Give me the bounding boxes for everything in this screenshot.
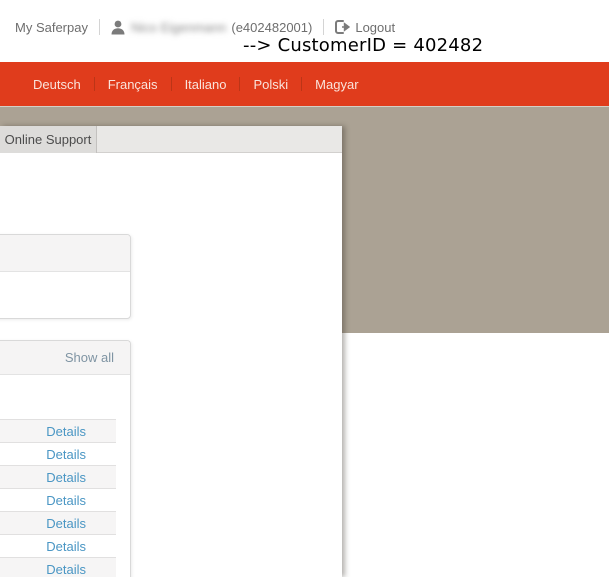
top-bar-items: My Saferpay Nico Eigenmann (e402482001) …	[15, 19, 395, 35]
table-row: Details	[0, 534, 116, 557]
user-name-redacted: Nico Eigenmann	[131, 20, 226, 35]
language-link-francais[interactable]: Français	[108, 77, 158, 92]
tab-online-support-label: Online Support	[5, 132, 92, 147]
info-card	[0, 234, 131, 319]
details-link[interactable]: Details	[46, 470, 86, 485]
logout-button[interactable]: Logout	[335, 20, 395, 35]
info-card-header	[0, 235, 130, 272]
details-link[interactable]: Details	[46, 424, 86, 439]
user-id: (e402482001)	[231, 20, 312, 35]
user-account-info: Nico Eigenmann (e402482001)	[111, 20, 312, 35]
table-row: Details	[0, 442, 116, 465]
language-link-magyar[interactable]: Magyar	[315, 77, 358, 92]
language-bar: Deutsch Français Italiano Polski Magyar	[0, 62, 609, 106]
details-link[interactable]: Details	[46, 539, 86, 554]
details-card: Show all Details Details Details Details…	[0, 340, 131, 577]
language-separator	[301, 77, 302, 91]
logout-icon	[335, 20, 350, 34]
language-separator	[94, 77, 95, 91]
content-panel: Online Support Show all Details Details …	[0, 126, 342, 577]
details-card-spacer	[0, 375, 130, 419]
logout-label: Logout	[355, 20, 395, 35]
tab-online-support[interactable]: Online Support	[0, 126, 97, 153]
language-separator	[239, 77, 240, 91]
tab-strip: Online Support	[0, 126, 342, 153]
top-bar-divider	[323, 19, 324, 35]
table-row: Details	[0, 511, 116, 534]
language-link-polski[interactable]: Polski	[253, 77, 288, 92]
table-row: Details	[0, 465, 116, 488]
table-row: Details	[0, 557, 116, 577]
top-bar: My Saferpay Nico Eigenmann (e402482001) …	[0, 0, 609, 62]
page: My Saferpay Nico Eigenmann (e402482001) …	[0, 0, 609, 577]
language-separator	[171, 77, 172, 91]
user-icon	[111, 20, 125, 35]
details-link[interactable]: Details	[46, 562, 86, 577]
my-saferpay-link[interactable]: My Saferpay	[15, 20, 88, 35]
details-link[interactable]: Details	[46, 516, 86, 531]
customer-id-annotation: --> CustomerID = 402482	[243, 35, 483, 56]
show-all-link[interactable]: Show all	[65, 350, 114, 365]
top-bar-divider	[99, 19, 100, 35]
table-row: Details	[0, 419, 116, 442]
details-card-header: Show all	[0, 341, 130, 375]
language-link-italiano[interactable]: Italiano	[185, 77, 227, 92]
table-row: Details	[0, 488, 116, 511]
details-table: Details Details Details Details Details …	[0, 419, 116, 577]
details-link[interactable]: Details	[46, 447, 86, 462]
details-link[interactable]: Details	[46, 493, 86, 508]
language-link-deutsch[interactable]: Deutsch	[33, 77, 81, 92]
